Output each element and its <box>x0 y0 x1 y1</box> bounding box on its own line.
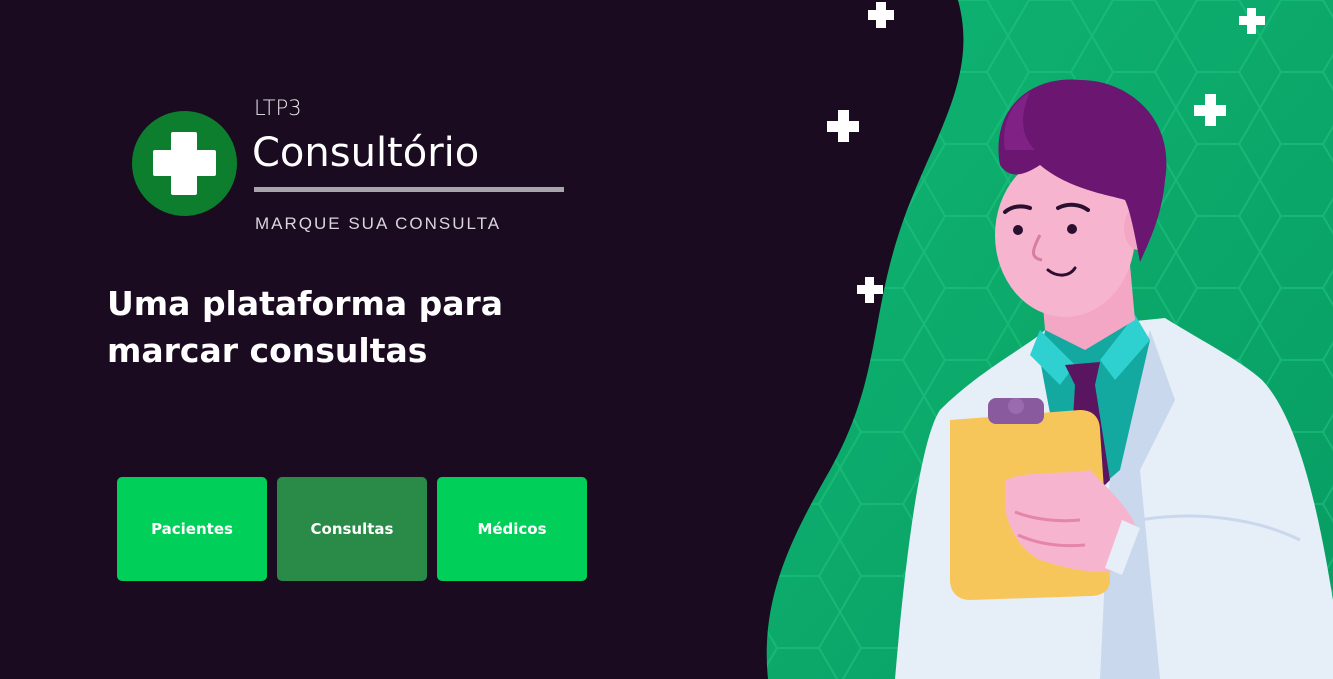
headline-line-2: marcar consultas <box>107 331 428 370</box>
headline-line-1: Uma plataforma para <box>107 284 504 323</box>
brand-divider <box>254 187 564 192</box>
brand-title: Consultório <box>252 130 480 176</box>
hero-headline: Uma plataforma para marcar consultas <box>107 280 503 374</box>
brand-logo[interactable]: LTP3 Consultório MARQUE SUA CONSULTA <box>132 96 572 246</box>
plus-icon <box>857 277 883 303</box>
medical-cross-icon <box>132 111 237 216</box>
plus-icon <box>827 110 859 142</box>
pacientes-button[interactable]: Pacientes <box>117 477 267 581</box>
plus-icon <box>868 2 894 28</box>
nav-buttons: Pacientes Consultas Médicos <box>117 477 587 581</box>
consultas-button[interactable]: Consultas <box>277 477 427 581</box>
brand-superscript: LTP3 <box>254 96 302 120</box>
brand-tagline: MARQUE SUA CONSULTA <box>255 214 502 233</box>
medicos-button[interactable]: Médicos <box>437 477 587 581</box>
